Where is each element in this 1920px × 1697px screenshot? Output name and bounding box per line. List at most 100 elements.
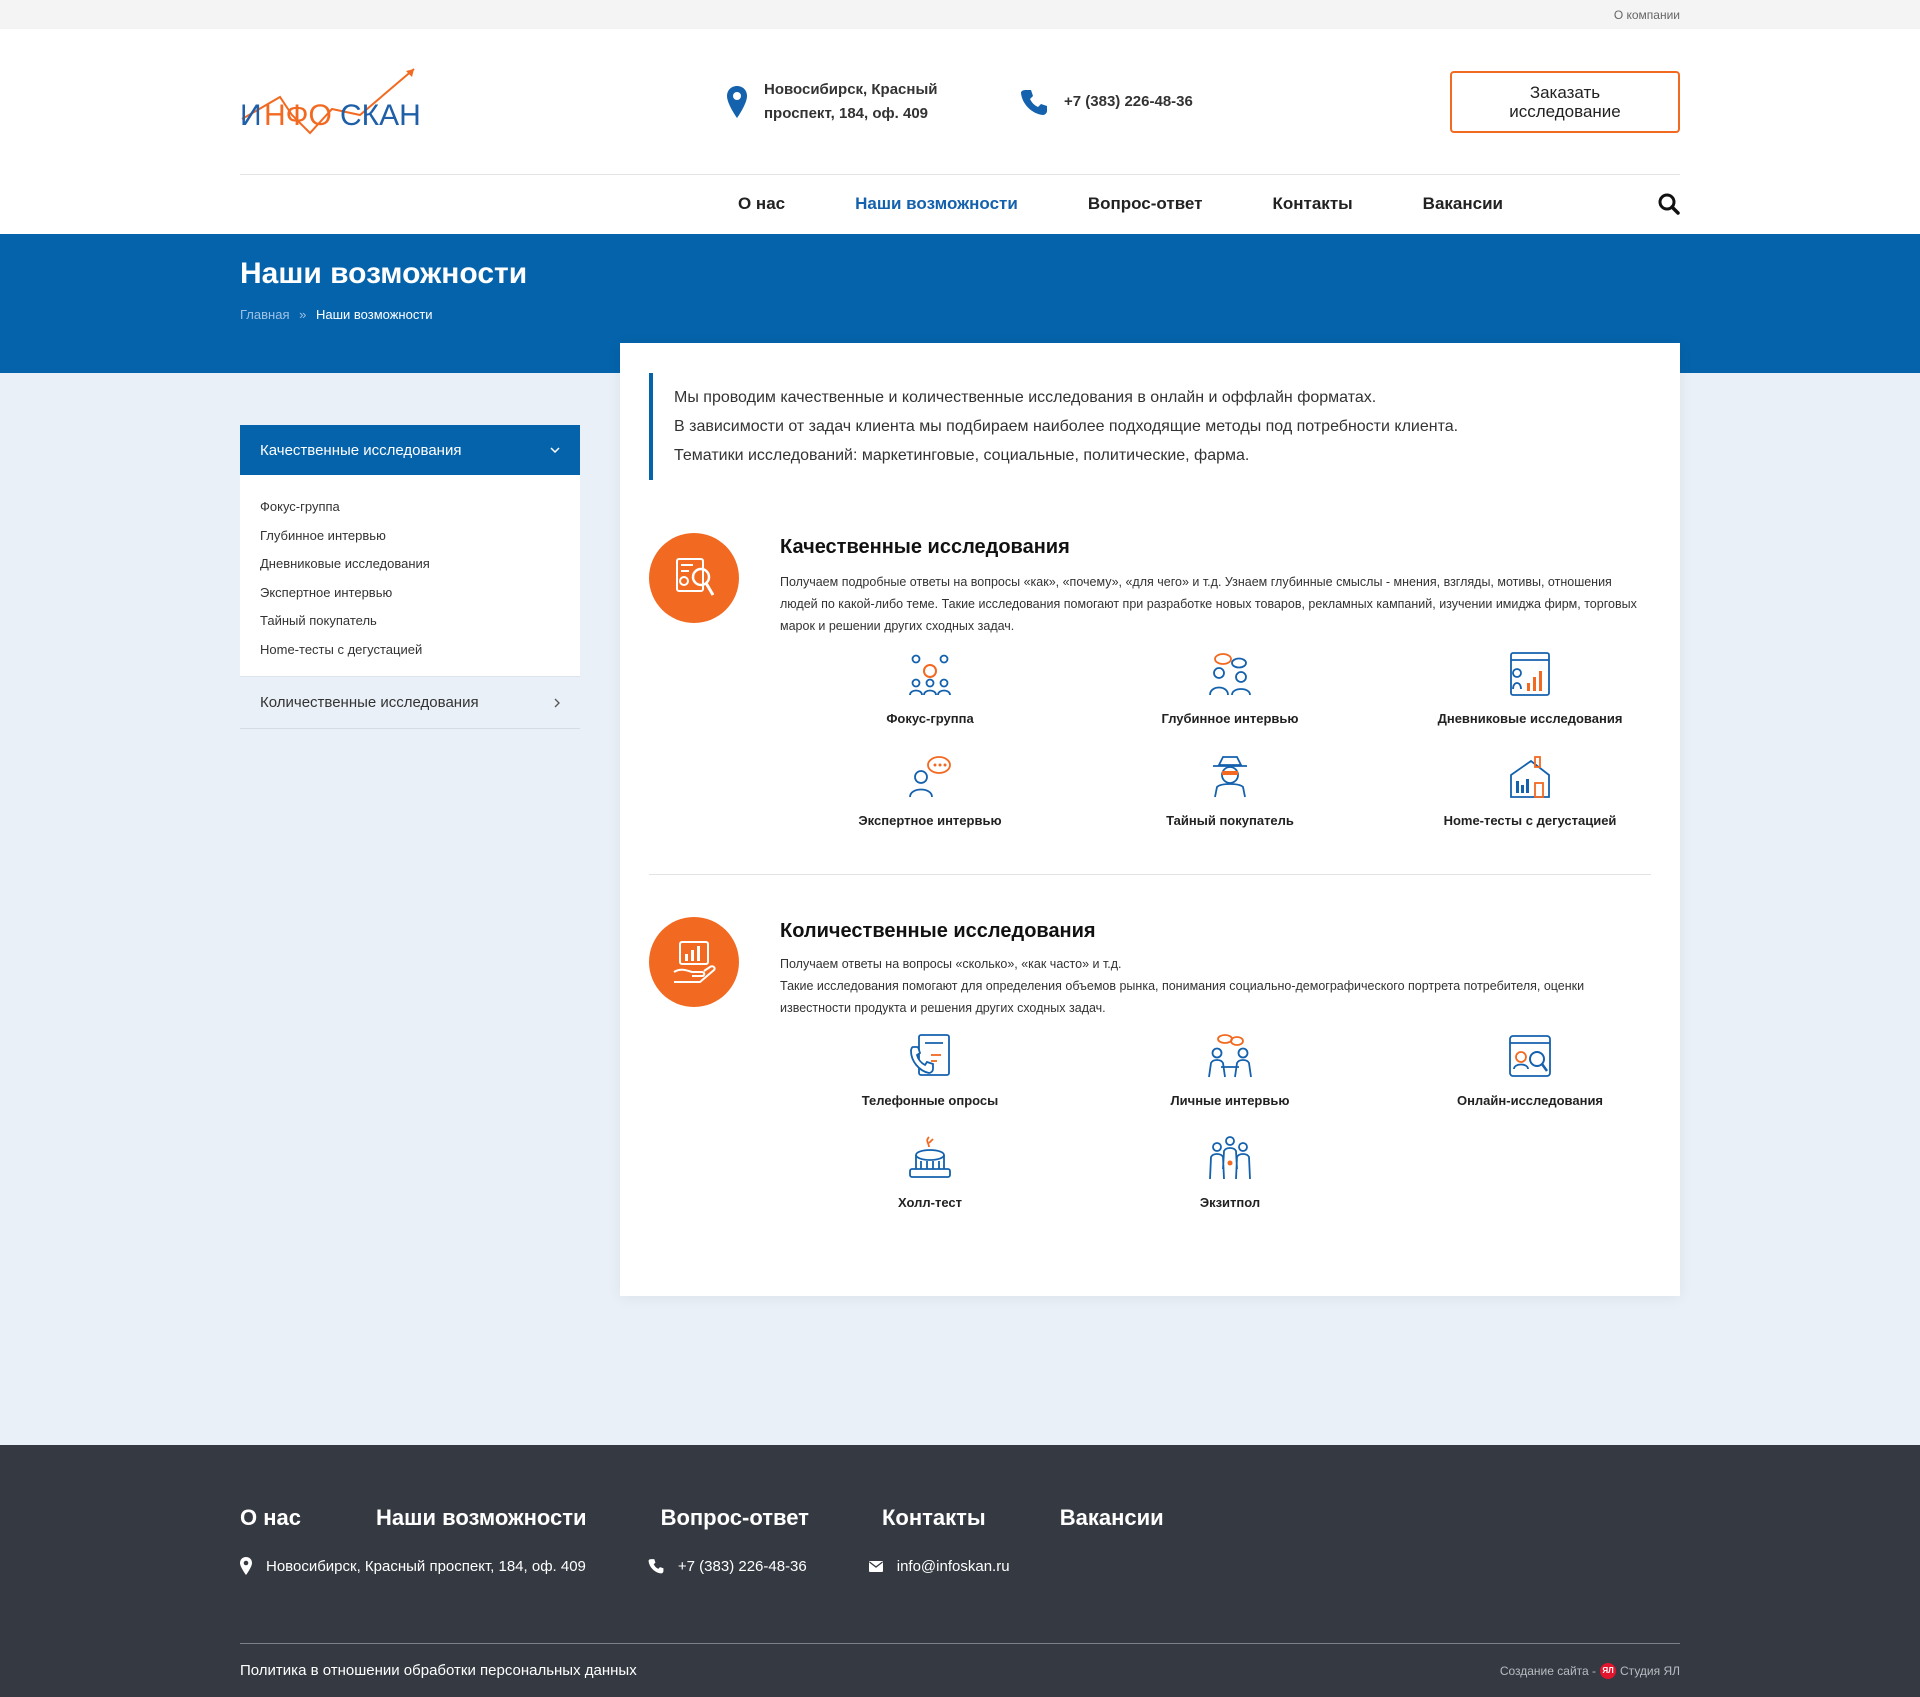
developer-credit-name: Студия ЯЛ bbox=[1620, 1663, 1680, 1678]
phone-icon bbox=[1021, 89, 1047, 115]
svg-text:НФО: НФО bbox=[264, 99, 332, 132]
sidebar-subitem-mystery-shopper[interactable]: Тайный покупатель bbox=[260, 607, 560, 636]
developer-credit-prefix: Создание сайта - bbox=[1499, 1663, 1597, 1678]
section-text-line: Получаем ответы на вопросы «сколько», «к… bbox=[780, 957, 1122, 971]
nav-item-capabilities[interactable]: Наши возможности bbox=[855, 194, 1018, 214]
home-test-icon bbox=[1510, 756, 1550, 798]
section-text: Получаем подробные ответы на вопросы «ка… bbox=[780, 575, 1637, 633]
section-title: Качественные исследования bbox=[780, 536, 1070, 558]
footer-nav-faq[interactable]: Вопрос-ответ bbox=[661, 1505, 809, 1531]
footer-phone[interactable]: +7 (383) 226-48-36 bbox=[648, 1557, 807, 1575]
intro-line: Мы проводим качественные и количественны… bbox=[674, 389, 1377, 406]
nav-item-contacts[interactable]: Контакты bbox=[1273, 194, 1353, 214]
footer-nav-vacancies[interactable]: Вакансии bbox=[1060, 1505, 1164, 1531]
order-research-label: Заказать исследование bbox=[1509, 82, 1621, 121]
main-nav: О нас Наши возможности Вопрос-ответ Конт… bbox=[240, 175, 1680, 233]
about-company-link[interactable]: О компании bbox=[1614, 8, 1680, 22]
method-depth-interview[interactable]: Глубинное интервью bbox=[1080, 651, 1380, 753]
section-text: Получаем ответы на вопросы «сколько», «к… bbox=[780, 953, 1651, 1019]
privacy-policy-link[interactable]: Политика в отношении обработки персональ… bbox=[240, 1662, 637, 1679]
footer-address: Новосибирск, Красный проспект, 184, оф. … bbox=[240, 1557, 586, 1575]
footer-divider bbox=[240, 1643, 1680, 1644]
location-pin-icon bbox=[240, 1557, 252, 1575]
intro-line: В зависимости от задач клиента мы подбир… bbox=[674, 418, 1459, 435]
footer-phone-text: +7 (383) 226-48-36 bbox=[677, 1557, 807, 1575]
hand-chart-icon bbox=[649, 917, 739, 1007]
method-focus-group[interactable]: Фокус-группа bbox=[780, 651, 1080, 753]
section-text-line: Такие исследования помогают для определе… bbox=[780, 979, 1585, 1015]
nav-item-faq[interactable]: Вопрос-ответ bbox=[1088, 194, 1203, 214]
method-label: Тайный покупатель bbox=[1166, 813, 1294, 828]
report-magnifier-icon bbox=[649, 533, 739, 623]
sidebar-subitem-depth-interview[interactable]: Глубинное интервью bbox=[260, 522, 560, 551]
location-pin-icon bbox=[727, 85, 747, 118]
main-card: Мы проводим качественные и количественны… bbox=[620, 343, 1680, 1296]
method-label: Глубинное интервью bbox=[1161, 711, 1299, 726]
expert-interview-icon bbox=[909, 756, 951, 798]
section-quantitative: Количественные исследования Получаем отв… bbox=[649, 917, 1651, 1237]
sidebar-subitem-expert-interview[interactable]: Экспертное интервью bbox=[260, 579, 560, 608]
method-personal-interviews[interactable]: Личные интервью bbox=[1080, 1033, 1380, 1135]
method-label: Дневниковые исследования bbox=[1437, 711, 1623, 726]
interview-icon bbox=[1209, 653, 1251, 696]
sidebar-subitem-focus-group[interactable]: Фокус-группа bbox=[260, 493, 560, 522]
sidebar-item-quantitative[interactable]: Количественные исследования bbox=[240, 676, 580, 729]
sidebar-item-qualitative[interactable]: Качественные исследования bbox=[240, 425, 580, 475]
phone-survey-icon bbox=[910, 1034, 950, 1076]
page-title: Наши возможности bbox=[240, 257, 528, 290]
method-mystery-shopper[interactable]: Тайный покупатель bbox=[1080, 753, 1380, 855]
sidebar-submenu: Фокус-группа Глубинное интервью Дневнико… bbox=[240, 475, 580, 676]
phone-icon bbox=[648, 1559, 664, 1574]
breadcrumb: Главная » Наши возможности bbox=[240, 307, 1680, 322]
method-label: Онлайн-исследования bbox=[1456, 1093, 1604, 1108]
header-address-text: Новосибирск, Красный проспект, 184, оф. … bbox=[764, 80, 938, 122]
breadcrumb-home[interactable]: Главная bbox=[240, 307, 289, 322]
personal-interview-icon bbox=[1208, 1034, 1252, 1078]
method-label: Home-тесты с дегустацией bbox=[1443, 813, 1617, 828]
footer-contacts: Новосибирск, Красный проспект, 184, оф. … bbox=[240, 1557, 1680, 1575]
footer-address-text: Новосибирск, Красный проспект, 184, оф. … bbox=[266, 1557, 586, 1575]
studio-logo-icon: ЯЛ bbox=[1600, 1662, 1617, 1679]
footer-nav-about[interactable]: О нас bbox=[240, 1505, 301, 1531]
footer-nav-capabilities[interactable]: Наши возможности bbox=[376, 1505, 587, 1531]
method-label: Личные интервью bbox=[1170, 1093, 1290, 1108]
intro-line: Тематики исследований: маркетинговые, со… bbox=[674, 447, 1250, 464]
footer-nav-contacts[interactable]: Контакты bbox=[882, 1505, 986, 1531]
developer-credit[interactable]: Создание сайта - ЯЛ Студия ЯЛ bbox=[1499, 1662, 1680, 1679]
section-title: Количественные исследования bbox=[780, 920, 1096, 942]
nav-item-vacancies[interactable]: Вакансии bbox=[1423, 194, 1503, 214]
method-online-research[interactable]: Онлайн-исследования bbox=[1380, 1033, 1680, 1135]
diary-chart-icon bbox=[1510, 652, 1550, 696]
order-research-button[interactable]: Заказать исследование bbox=[1450, 70, 1680, 133]
chevron-right-icon bbox=[554, 698, 560, 707]
footer-email-text: info@infoskan.ru bbox=[896, 1557, 1010, 1575]
breadcrumb-separator: » bbox=[299, 307, 307, 322]
site-logo[interactable]: И НФО СКАН bbox=[240, 57, 430, 147]
logo-graphic: И НФО СКАН bbox=[240, 67, 421, 134]
method-diary-research[interactable]: Дневниковые исследования bbox=[1380, 651, 1680, 753]
focus-group-icon bbox=[909, 654, 951, 696]
header-address: Новосибирск, Красный проспект, 184, оф. … bbox=[726, 78, 954, 126]
svg-text:И: И bbox=[240, 99, 262, 132]
hall-test-icon bbox=[909, 1136, 951, 1178]
section-qualitative: Качественные исследования Получаем подро… bbox=[649, 533, 1651, 855]
method-hall-test[interactable]: Холл-тест bbox=[780, 1135, 1080, 1237]
method-label: Телефонные опросы bbox=[861, 1093, 999, 1108]
method-phone-surveys[interactable]: Телефонные опросы bbox=[780, 1033, 1080, 1135]
sidebar-subitem-diary-research[interactable]: Дневниковые исследования bbox=[260, 550, 560, 579]
header-phone[interactable]: +7 (383) 226-48-36 bbox=[1020, 88, 1193, 116]
svg-text:СКАН: СКАН bbox=[340, 99, 421, 132]
chevron-down-icon bbox=[550, 447, 560, 453]
method-label: Фокус-группа bbox=[886, 711, 974, 726]
search-icon[interactable] bbox=[1658, 193, 1680, 215]
method-expert-interview[interactable]: Экспертное интервью bbox=[780, 753, 1080, 855]
content-area: Качественные исследования Фокус-группа Г… bbox=[240, 343, 1680, 1474]
sidebar: Качественные исследования Фокус-группа Г… bbox=[240, 425, 580, 729]
method-label: Экзитпол bbox=[1199, 1195, 1261, 1210]
header: И НФО СКАН Новосибирск, Красный проспект… bbox=[0, 29, 1920, 234]
method-exit-poll[interactable]: Экзитпол bbox=[1080, 1135, 1380, 1237]
footer-email[interactable]: info@infoskan.ru bbox=[868, 1557, 1010, 1575]
method-home-tests[interactable]: Home-тесты с дегустацией bbox=[1380, 753, 1680, 855]
nav-item-about[interactable]: О нас bbox=[738, 194, 785, 214]
sidebar-subitem-home-tests[interactable]: Home-тесты с дегустацией bbox=[260, 636, 560, 665]
